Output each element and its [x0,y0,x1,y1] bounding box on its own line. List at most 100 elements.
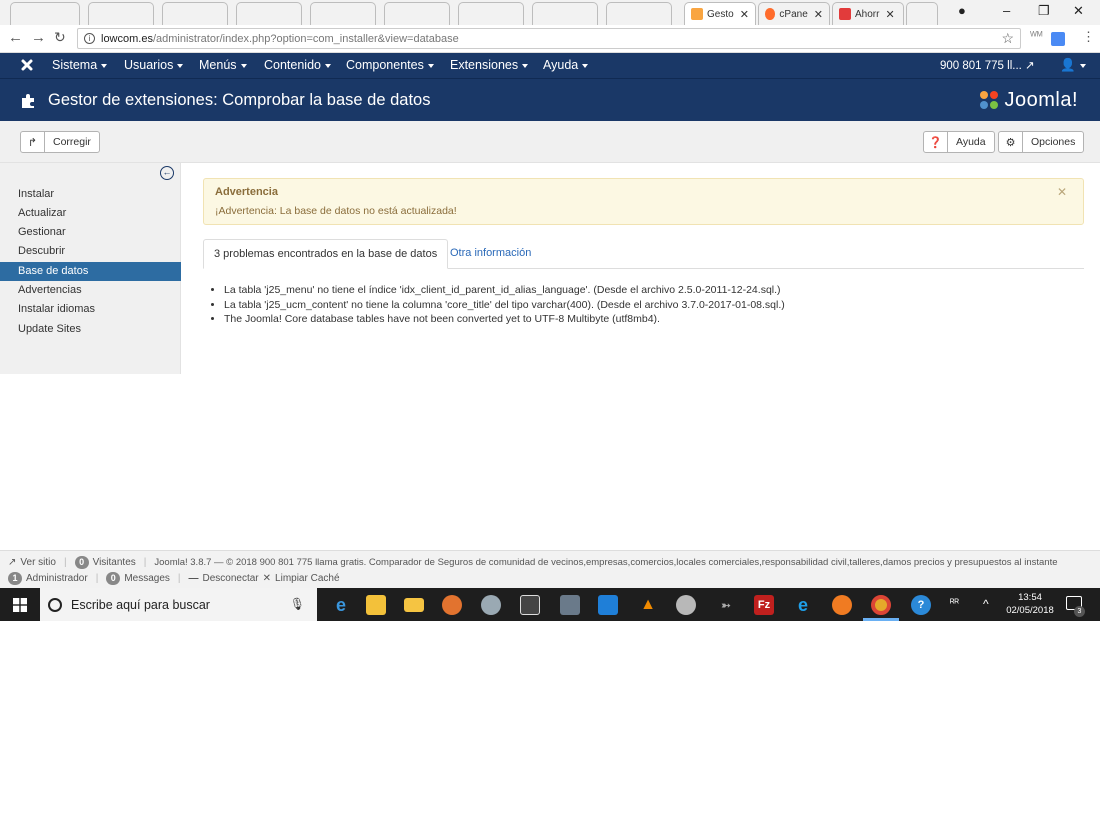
footer-text: Joomla! 3.8.7 — © 2018 900 801 775 llama… [154,557,1058,568]
close-tab-icon[interactable]: ✕ [740,8,749,21]
browser-tab-cpanel[interactable]: cPane ✕ [758,2,830,25]
page-header: Gestor de extensiones: Comprobar la base… [0,78,1100,121]
restore-icon[interactable]: ❐ [1038,3,1050,19]
visitors-label[interactable]: Visitantes [93,557,136,568]
status-bar: ↗ Ver sitio | 0 Visitantes | Joomla! 3.8… [0,550,1100,588]
sidebar-item-descubrir[interactable]: Descubrir [0,242,181,261]
divider: | [177,573,181,584]
paint-icon[interactable] [442,595,462,615]
active-app-indicator [863,618,899,621]
info-icon[interactable]: i [84,33,95,44]
browser-tab-placeholder[interactable] [10,2,80,25]
teamviewer-icon[interactable] [598,595,618,615]
view-site-link[interactable]: Ver sitio [20,557,56,568]
browser-tab-placeholder[interactable] [162,2,228,25]
close-window-icon[interactable]: ✕ [1073,3,1084,19]
status-row-bottom: 1 Administrador | 0 Messages | — Descone… [8,572,340,585]
people-icon[interactable]: ᴿᴿ [950,598,959,609]
chrome-menu-icon[interactable]: ⋮ [1082,29,1095,45]
extension-icon[interactable]: ᵂᴹ [1030,30,1042,42]
store-icon[interactable] [366,595,386,615]
profile-icon[interactable]: ● [958,3,966,18]
taskbar-clock[interactable]: 13:54 02/05/2018 [1000,591,1060,617]
firefox-icon[interactable] [832,595,852,615]
admin-label[interactable]: Administrador [26,573,88,584]
caret-down-icon [427,63,434,68]
reload-icon[interactable]: ↻ [54,29,66,46]
sidebar-item-gestionar[interactable]: Gestionar [0,223,181,242]
forward-icon[interactable]: → [31,29,46,46]
caret-down-icon [240,63,247,68]
translate-extension-icon[interactable] [1051,32,1065,46]
media-icon[interactable] [560,595,580,615]
logout-link[interactable]: Desconectar [203,573,259,584]
bookmark-star-icon[interactable]: ☆ [1001,30,1014,47]
browser-tab-ahorro[interactable]: Ahorr ✕ [832,2,904,25]
menu-componentes[interactable]: Componentes [346,58,434,72]
help-icon[interactable]: ? [911,595,931,615]
calculator-icon[interactable] [520,595,540,615]
visitors-badge: 0 [74,556,89,569]
windows-start-icon[interactable] [13,598,27,612]
url-input[interactable]: i lowcom.es/administrator/index.php?opti… [77,28,1021,49]
sidebar-item-base-de-datos[interactable]: Base de datos [0,262,181,281]
sidebar: ← Instalar Actualizar Gestionar Descubri… [0,163,181,374]
browser-tab-placeholder[interactable] [88,2,154,25]
messages-label[interactable]: Messages [124,573,170,584]
menu-sistema[interactable]: Sistema [52,58,108,72]
close-icon[interactable]: ✕ [1057,185,1067,199]
vlc-icon[interactable]: ▲ [638,595,658,615]
fix-button[interactable]: ↱ Corregir [20,131,100,153]
new-tab-button[interactable] [906,2,938,25]
file-explorer-icon[interactable] [404,598,424,612]
site-link[interactable]: 900 801 775 ll... ↗ [940,58,1035,72]
app-icon[interactable] [676,595,696,615]
joomla-logo-icon [980,91,999,109]
internet-explorer-icon[interactable]: e [793,595,813,615]
menu-ayuda[interactable]: Ayuda [543,58,589,72]
chevron-up-icon[interactable]: ^ [983,597,989,611]
joomla-menu-icon[interactable] [20,58,34,72]
filezilla-icon[interactable]: Fz [754,595,774,615]
sidebar-item-instalar-idiomas[interactable]: Instalar idiomas [0,300,181,319]
user-menu[interactable]: 👤 [1060,58,1086,73]
sidebar-item-advertencias[interactable]: Advertencias [0,281,181,300]
tab-problems[interactable]: 3 problemas encontrados en la base de da… [203,239,449,269]
browser-tab-gestor[interactable]: Gesto ✕ [684,2,756,25]
help-button[interactable]: ❓ Ayuda [923,131,995,153]
tab-other-info[interactable]: Otra información [440,239,541,269]
browser-address-bar: ← → ↻ i lowcom.es/administrator/index.ph… [0,25,1100,53]
taskbar-search-input[interactable]: Escribe aquí para buscar 🎙 [40,588,317,621]
chrome-icon[interactable] [871,595,891,615]
browser-tab-placeholder[interactable] [310,2,376,25]
menu-extensiones[interactable]: Extensiones [450,58,529,72]
close-tab-icon[interactable]: ✕ [885,8,894,21]
external-link-icon: ↗ [1025,60,1035,72]
minimize-icon[interactable]: – [1003,3,1010,18]
sidebar-item-actualizar[interactable]: Actualizar [0,204,181,223]
browser-tab-label: Ahorr [855,8,880,20]
clear-cache-link[interactable]: Limpiar Caché [275,573,339,584]
options-button[interactable]: ⚙ Opciones [998,131,1085,153]
collapse-sidebar-icon[interactable]: ← [160,166,174,180]
app-icon[interactable] [481,595,501,615]
menu-contenido[interactable]: Contenido [264,58,331,72]
sidebar-item-instalar[interactable]: Instalar [0,185,181,204]
browser-tab-placeholder[interactable] [532,2,598,25]
browser-tab-placeholder[interactable] [458,2,524,25]
admin-navbar: Sistema Usuarios Menús Contenido Compone… [0,53,1100,78]
sidebar-item-update-sites[interactable]: Update Sites [0,320,181,339]
menu-menus[interactable]: Menús [199,58,247,72]
windows-taskbar: Escribe aquí para buscar 🎙 e ▲ ➳ Fz e ? … [0,588,1100,621]
browser-tab-placeholder[interactable] [384,2,450,25]
browser-tab-placeholder[interactable] [236,2,302,25]
microphone-icon[interactable]: 🎙 [290,597,305,611]
edge-icon[interactable]: e [331,595,351,615]
joomla-logo: Joomla! [978,88,1078,112]
menu-usuarios[interactable]: Usuarios [124,58,184,72]
caret-down-icon [177,63,184,68]
back-icon[interactable]: ← [8,29,23,46]
browser-tab-placeholder[interactable] [606,2,672,25]
app-icon[interactable]: ➳ [716,595,736,615]
close-tab-icon[interactable]: ✕ [814,8,823,21]
